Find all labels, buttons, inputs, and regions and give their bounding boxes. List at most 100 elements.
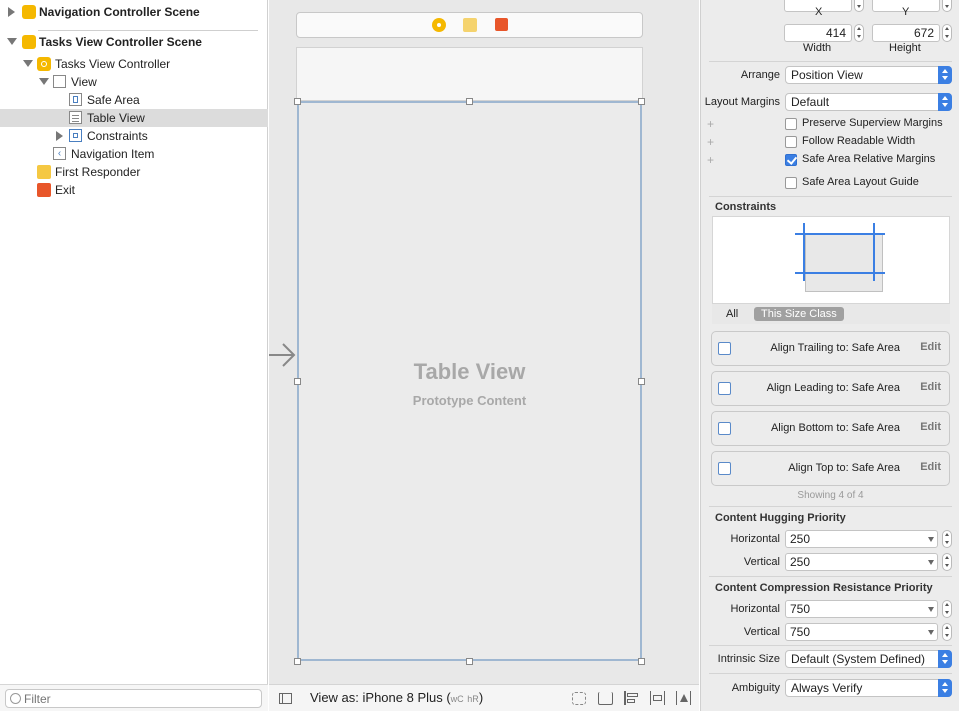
update-frames-icon[interactable] [572, 692, 586, 705]
resize-handle[interactable] [466, 98, 473, 105]
disclosure-open-icon[interactable] [39, 78, 49, 85]
tab-all[interactable]: All [726, 308, 738, 320]
outline-item-first-responder[interactable]: First Responder [0, 163, 268, 181]
filter-icon [10, 693, 21, 704]
storyboard-canvas[interactable]: Table View Prototype Content [269, 0, 699, 684]
y-stepper[interactable] [942, 0, 952, 12]
hugging-horizontal-stepper[interactable] [942, 530, 952, 548]
tab-this-size-class[interactable]: This Size Class [754, 307, 844, 321]
add-variation-icon[interactable]: + [707, 117, 714, 131]
edit-button[interactable]: Edit [920, 461, 941, 473]
chevron-down-icon [928, 560, 934, 565]
outline-item-constraints[interactable]: Constraints [0, 127, 268, 145]
outline-item-table-view[interactable]: Table View [0, 109, 268, 127]
divider [709, 673, 952, 674]
disclosure-open-icon[interactable] [23, 60, 33, 67]
constraint-label: Align Trailing to: Safe Area [770, 342, 900, 354]
horizontal-label: Horizontal [730, 603, 780, 615]
outline-item-tasks-view-controller-scene[interactable]: Tasks View Controller Scene [0, 33, 268, 51]
arrange-label: Arrange [740, 69, 780, 81]
resize-handle[interactable] [294, 378, 301, 385]
outline-item-navigation-item[interactable]: ‹ Navigation Item [0, 145, 268, 163]
first-responder-icon[interactable] [463, 18, 477, 32]
filter-input[interactable] [24, 691, 254, 706]
outline-item-view[interactable]: View [0, 73, 268, 91]
edit-button[interactable]: Edit [920, 341, 941, 353]
outline-item-navigation-controller-scene[interactable]: Navigation Controller Scene [0, 3, 268, 21]
constraint-row[interactable]: Align Leading to: Safe Area Edit [711, 371, 950, 406]
outline-item-exit[interactable]: Exit [0, 181, 268, 199]
compression-vertical-stepper[interactable] [942, 623, 952, 641]
align-icon[interactable] [624, 691, 639, 705]
resize-handle[interactable] [638, 658, 645, 665]
arrange-popup[interactable]: Position View [785, 66, 952, 84]
compression-horizontal-combo[interactable]: 750 [785, 600, 938, 618]
ambiguity-popup[interactable]: Always Verify [785, 679, 952, 697]
resize-handle[interactable] [466, 658, 473, 665]
hugging-vertical-combo[interactable]: 250 [785, 553, 938, 571]
constraint-row[interactable]: Align Bottom to: Safe Area Edit [711, 411, 950, 446]
scene-icon [22, 35, 36, 49]
disclosure-closed-icon[interactable] [56, 131, 63, 141]
follow-readable-width-checkbox[interactable] [785, 136, 797, 148]
height-label: Height [889, 42, 921, 54]
view-as-button[interactable]: View as: iPhone 8 Plus (wC hR) [310, 690, 483, 705]
outline-item-label: Constraints [87, 129, 148, 143]
hugging-vertical-stepper[interactable] [942, 553, 952, 571]
compression-horizontal-stepper[interactable] [942, 600, 952, 618]
safe-area-relative-margins-checkbox[interactable] [785, 154, 797, 166]
exit-icon[interactable] [495, 18, 508, 31]
constraints-diagram[interactable] [712, 216, 950, 304]
toggle-outline-icon[interactable] [279, 693, 292, 704]
resolve-issues-icon[interactable] [676, 691, 691, 705]
height-stepper[interactable] [942, 24, 952, 42]
outline-item-tasks-view-controller[interactable]: Tasks View Controller [0, 55, 268, 73]
disclosure-closed-icon[interactable] [8, 7, 15, 17]
edit-button[interactable]: Edit [920, 421, 941, 433]
document-outline: Navigation Controller Scene Tasks View C… [0, 0, 268, 711]
height-field[interactable]: 672 [872, 24, 940, 42]
hugging-horizontal-combo[interactable]: 250 [785, 530, 938, 548]
layout-margins-popup[interactable]: Default [785, 93, 952, 111]
safe-area-layout-guide-checkbox[interactable] [785, 177, 797, 189]
table-view[interactable]: Table View Prototype Content [297, 101, 642, 661]
width-field[interactable]: 414 [784, 24, 852, 42]
resize-handle[interactable] [638, 378, 645, 385]
resize-handle[interactable] [294, 98, 301, 105]
combo-value: 750 [790, 625, 811, 639]
view-controller-icon[interactable] [432, 18, 446, 32]
outline-filter-bar [0, 684, 268, 711]
scene-dock [296, 12, 643, 38]
width-label: Width [803, 42, 832, 54]
disclosure-open-icon[interactable] [7, 38, 17, 45]
edit-button[interactable]: Edit [920, 381, 941, 393]
navigation-bar[interactable] [296, 47, 643, 101]
outline-item-label: Exit [55, 183, 76, 197]
constraint-row[interactable]: Align Top to: Safe Area Edit [711, 451, 950, 486]
ambiguity-value: Always Verify [791, 681, 863, 695]
x-stepper[interactable] [854, 0, 864, 12]
intrinsic-size-popup[interactable]: Default (System Defined) [785, 650, 952, 668]
add-variation-icon[interactable]: + [707, 153, 714, 167]
width-stepper[interactable] [854, 24, 864, 42]
constraint-label: Align Bottom to: Safe Area [770, 422, 900, 434]
filter-field[interactable] [5, 689, 262, 708]
constraint-row[interactable]: Align Trailing to: Safe Area Edit [711, 331, 950, 366]
resize-handle[interactable] [638, 98, 645, 105]
outline-item-label: Tasks View Controller [55, 57, 171, 71]
preserve-superview-margins-checkbox[interactable] [785, 118, 797, 130]
checkbox-label: Safe Area Layout Guide [802, 176, 919, 188]
chevron-down-icon [928, 630, 934, 635]
add-constraints-icon[interactable] [650, 691, 665, 705]
vertical-label: Vertical [743, 556, 780, 568]
constraints-icon [69, 129, 82, 142]
compression-vertical-combo[interactable]: 750 [785, 623, 938, 641]
first-responder-icon [37, 165, 51, 179]
checkbox-label: Follow Readable Width [802, 135, 916, 147]
divider [709, 196, 952, 197]
resize-handle[interactable] [294, 658, 301, 665]
add-variation-icon[interactable]: + [707, 135, 714, 149]
popup-arrows-icon [938, 679, 952, 697]
outline-item-safe-area[interactable]: Safe Area [0, 91, 268, 109]
embed-in-icon[interactable] [598, 692, 613, 705]
